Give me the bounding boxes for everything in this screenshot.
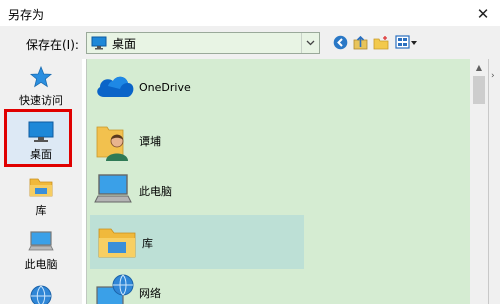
scroll-thumb[interactable] bbox=[473, 76, 485, 104]
nav-item-library[interactable]: 库 bbox=[0, 175, 82, 218]
nav-item-network[interactable] bbox=[0, 283, 82, 304]
nav-item-label: 快速访问 bbox=[19, 94, 63, 107]
vertical-scrollbar[interactable]: ▲ bbox=[470, 59, 488, 304]
list-item-onedrive[interactable]: OneDrive bbox=[87, 61, 471, 115]
side-panel-strip: › bbox=[488, 59, 500, 304]
library-icon bbox=[29, 178, 53, 197]
list-item-label: 库 bbox=[142, 237, 153, 250]
list-item-network[interactable]: 网络 bbox=[87, 265, 471, 304]
location-text: 桌面 bbox=[112, 36, 137, 51]
list-item-label: OneDrive bbox=[139, 81, 191, 94]
save-in-label: 保存在(I): bbox=[26, 38, 79, 52]
network-icon bbox=[30, 285, 52, 304]
file-list: OneDrive 谭埔 此电脑 库 网络 bbox=[86, 59, 470, 304]
scroll-up-icon[interactable]: ▲ bbox=[470, 59, 488, 76]
computer-icon bbox=[28, 231, 54, 251]
user-folder-icon bbox=[96, 126, 128, 161]
nav-item-label: 库 bbox=[35, 204, 47, 217]
view-menu-icon[interactable] bbox=[395, 35, 419, 50]
close-button[interactable]: ✕ bbox=[466, 0, 500, 27]
toolbar: 保存在(I): 桌面 bbox=[0, 27, 500, 59]
nav-item-quick-access[interactable]: 快速访问 bbox=[0, 65, 82, 108]
list-item-library[interactable]: 库 bbox=[90, 215, 304, 269]
location-combo[interactable]: 桌面 bbox=[86, 32, 320, 54]
list-item-this-pc[interactable]: 此电脑 bbox=[87, 163, 471, 217]
chevron-down-icon[interactable] bbox=[301, 33, 319, 53]
back-icon[interactable] bbox=[333, 35, 348, 50]
list-item-label: 谭埔 bbox=[139, 135, 161, 148]
list-item-label: 网络 bbox=[139, 287, 161, 300]
navigation-pane: 快速访问 桌面 库 此电脑 bbox=[0, 59, 82, 304]
nav-item-desktop[interactable]: 桌面 bbox=[0, 119, 82, 162]
new-folder-icon[interactable] bbox=[373, 35, 389, 50]
onedrive-icon bbox=[97, 76, 134, 97]
list-item-user-folder[interactable]: 谭埔 bbox=[87, 113, 471, 167]
list-item-label: 此电脑 bbox=[139, 185, 172, 198]
nav-item-label: 此电脑 bbox=[24, 258, 58, 271]
title-bar: 另存为 ✕ bbox=[0, 0, 500, 27]
chevron-right-icon: › bbox=[491, 71, 495, 81]
nav-item-label: 桌面 bbox=[30, 148, 52, 161]
desktop-icon bbox=[91, 36, 107, 50]
star-icon bbox=[29, 65, 53, 88]
library-icon bbox=[98, 228, 136, 258]
nav-item-this-pc[interactable]: 此电脑 bbox=[0, 229, 82, 272]
network-icon bbox=[96, 274, 134, 304]
desktop-icon bbox=[28, 121, 54, 142]
computer-icon bbox=[94, 174, 132, 203]
window-title: 另存为 bbox=[8, 8, 45, 22]
up-folder-icon[interactable] bbox=[353, 35, 368, 50]
